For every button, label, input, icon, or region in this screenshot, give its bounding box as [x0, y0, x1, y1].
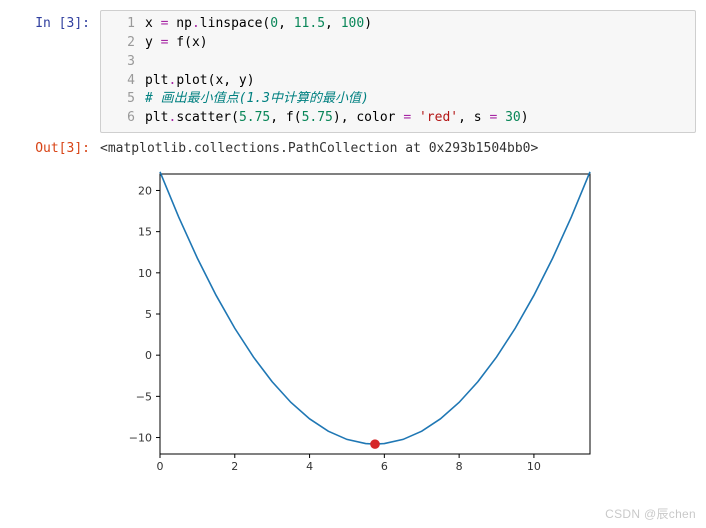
plot-output: 0 2 4 6 8 10 −10 −5 0 5 10 15 20 — [100, 164, 696, 484]
line-number: 6 — [101, 109, 145, 128]
code-line[interactable]: 6plt.scatter(5.75, f(5.75), color = 'red… — [101, 109, 695, 128]
x-tick-label: 8 — [456, 460, 463, 473]
code-text[interactable]: y = f(x) — [145, 34, 695, 53]
line-number: 5 — [101, 90, 145, 109]
y-tick-label: −5 — [136, 390, 152, 403]
input-cell: In [3]: 1x = np.linspace(0, 11.5, 100)2y… — [10, 10, 696, 133]
scatter-min-point — [371, 440, 380, 449]
x-tick-label: 4 — [306, 460, 313, 473]
code-text[interactable]: plt.scatter(5.75, f(5.75), color = 'red'… — [145, 109, 695, 128]
x-tick-label: 6 — [381, 460, 388, 473]
out-prompt: Out[3]: — [10, 135, 100, 156]
x-tick-label: 10 — [527, 460, 541, 473]
code-line[interactable]: 5# 画出最小值点(1.3中计算的最小值) — [101, 90, 695, 109]
line-number: 4 — [101, 72, 145, 91]
code-text[interactable]: x = np.linspace(0, 11.5, 100) — [145, 15, 695, 34]
line-series — [160, 172, 590, 444]
y-tick-label: 10 — [138, 267, 152, 280]
watermark: CSDN @辰chen — [605, 505, 696, 522]
code-text[interactable]: plt.plot(x, y) — [145, 72, 695, 91]
code-line[interactable]: 2y = f(x) — [101, 34, 695, 53]
chart: 0 2 4 6 8 10 −10 −5 0 5 10 15 20 — [100, 164, 610, 484]
code-editor[interactable]: 1x = np.linspace(0, 11.5, 100)2y = f(x)3… — [100, 10, 696, 133]
output-repr: <matplotlib.collections.PathCollection a… — [100, 135, 696, 156]
y-tick-label: 20 — [138, 185, 152, 198]
y-tick-label: −10 — [129, 432, 152, 445]
code-line[interactable]: 1x = np.linspace(0, 11.5, 100) — [101, 15, 695, 34]
x-tick-label: 0 — [157, 460, 164, 473]
y-tick-label: 15 — [138, 226, 152, 239]
code-line[interactable]: 4plt.plot(x, y) — [101, 72, 695, 91]
output-cell: Out[3]: <matplotlib.collections.PathColl… — [10, 135, 696, 156]
code-text[interactable]: # 画出最小值点(1.3中计算的最小值) — [145, 90, 695, 109]
y-tick-label: 0 — [145, 349, 152, 362]
y-tick-label: 5 — [145, 308, 152, 321]
code-line[interactable]: 3 — [101, 53, 695, 72]
line-number: 2 — [101, 34, 145, 53]
line-number: 3 — [101, 53, 145, 72]
x-tick-label: 2 — [231, 460, 238, 473]
axes-frame — [160, 174, 590, 454]
line-number: 1 — [101, 15, 145, 34]
in-prompt: In [3]: — [10, 10, 100, 31]
code-text[interactable] — [145, 53, 695, 72]
